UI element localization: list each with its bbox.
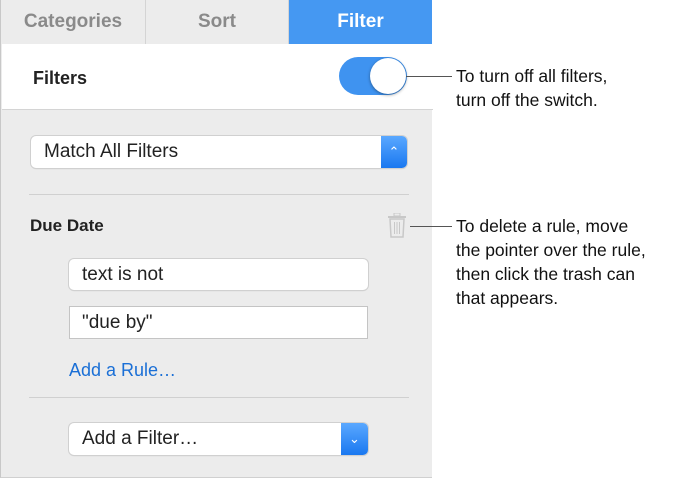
- callout-text: that appears.: [456, 288, 559, 308]
- rule-title: Due Date: [30, 216, 104, 235]
- add-filter-popup[interactable]: Add a Filter… ⌄: [69, 423, 368, 455]
- divider: [29, 397, 409, 398]
- filters-title: Filters: [33, 68, 88, 88]
- toggle-knob: [370, 58, 406, 94]
- filter-panel: Categories Sort Filter Filters Match All…: [0, 0, 433, 478]
- chevron-updown-icon: ⌃: [381, 136, 407, 168]
- callout-trash: To delete a rule, move the pointer over …: [456, 214, 646, 310]
- callout-text: turn off the switch.: [456, 90, 598, 110]
- callout-text: the pointer over the rule,: [456, 240, 646, 260]
- callout-text: To delete a rule, move: [456, 216, 629, 236]
- rule-value-text: "due by": [82, 311, 153, 333]
- rule-condition-popup[interactable]: text is not: [69, 259, 368, 290]
- tab-filter[interactable]: Filter: [289, 0, 432, 44]
- callout-line-toggle: [406, 76, 452, 77]
- rule-condition-value: text is not: [82, 263, 164, 285]
- divider: [29, 194, 409, 195]
- callout-text: To turn off all filters,: [456, 66, 608, 86]
- callout-line-trash: [410, 226, 452, 227]
- add-filter-value: Add a Filter…: [82, 428, 199, 449]
- filters-toggle[interactable]: [339, 57, 407, 95]
- callout-toggle: To turn off all filters, turn off the sw…: [456, 64, 607, 112]
- trash-icon[interactable]: [387, 212, 407, 238]
- callout-text: then click the trash can: [456, 264, 635, 284]
- chevron-down-icon: ⌄: [341, 423, 368, 455]
- tab-sort[interactable]: Sort: [146, 0, 289, 44]
- match-filters-value: Match All Filters: [44, 141, 179, 162]
- match-filters-popup[interactable]: Match All Filters ⌃: [31, 136, 407, 168]
- rule-value-input[interactable]: "due by": [69, 306, 368, 339]
- tab-categories[interactable]: Categories: [1, 0, 146, 44]
- add-rule-link[interactable]: Add a Rule…: [69, 360, 176, 381]
